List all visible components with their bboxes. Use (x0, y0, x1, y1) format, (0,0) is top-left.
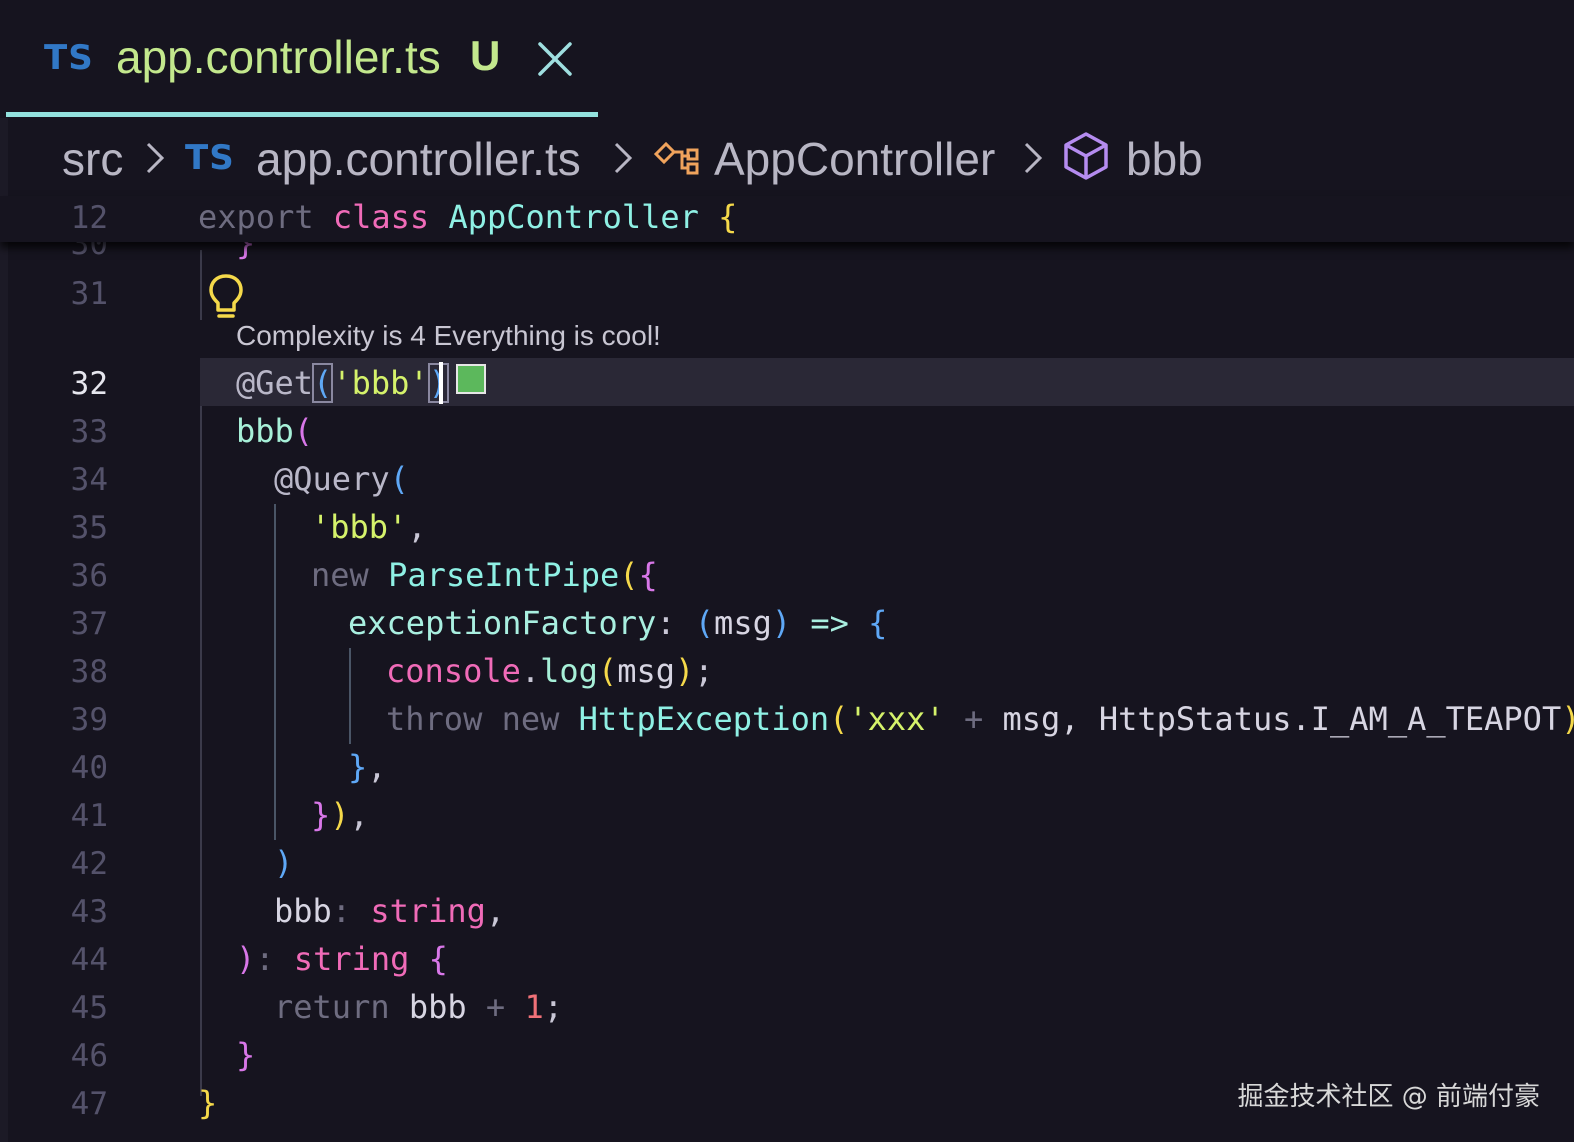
line-number-active: 32 (70, 366, 108, 402)
code-line: exceptionFactory: (msg) => { (348, 604, 888, 642)
indent-guide (274, 504, 276, 840)
line-number: 37 (70, 606, 108, 642)
line-number: 43 (70, 894, 108, 930)
code-line: @Query( (274, 460, 409, 498)
code-line: } (236, 1036, 256, 1074)
code-line: throw new HttpException('xxx' + msg, Htt… (386, 700, 1574, 738)
code-line: 'bbb', (311, 508, 427, 546)
line-number: 35 (70, 510, 108, 546)
line-number: 47 (70, 1086, 108, 1122)
code-line: console.log(msg); (386, 652, 714, 690)
indent-guide (349, 648, 351, 744)
color-decorator-swatch[interactable] (456, 364, 486, 394)
watermark: 掘金技术社区 @ 前端付豪 (1237, 1082, 1540, 1112)
line-number: 45 (70, 990, 108, 1026)
lightbulb-icon[interactable] (206, 272, 246, 320)
line-number: 38 (70, 654, 108, 690)
line-number: 34 (70, 462, 108, 498)
code-line: bbb: string, (274, 892, 506, 930)
code-line: return bbb + 1; (274, 988, 563, 1026)
code-line: } (198, 1084, 218, 1122)
code-line: }), (311, 796, 369, 834)
line-number: 12 (70, 200, 108, 236)
indent-guide (200, 250, 202, 320)
line-number: 33 (70, 414, 108, 450)
code-editor[interactable]: 30 } 31 Complexity is 4 Everything is co… (0, 0, 1574, 1142)
sticky-code: export class AppController { (198, 198, 738, 236)
code-line: ) (274, 844, 294, 882)
codelens-complexity[interactable]: Complexity is 4 Everything is cool! (236, 320, 661, 352)
line-number: 41 (70, 798, 108, 834)
line-number: 46 (70, 1038, 108, 1074)
code-line: @Get('bbb') (236, 363, 449, 403)
sticky-scroll-line[interactable]: 12 export class AppController { (0, 196, 1574, 242)
code-line: bbb( (236, 412, 314, 450)
code-line: }, (348, 748, 387, 786)
code-line: new ParseIntPipe({ (311, 556, 658, 594)
line-number: 40 (70, 750, 108, 786)
code-line: ): string { (236, 940, 448, 978)
line-number: 39 (70, 702, 108, 738)
line-number: 31 (70, 276, 108, 312)
line-number: 44 (70, 942, 108, 978)
line-number: 36 (70, 558, 108, 594)
line-number: 42 (70, 846, 108, 882)
indent-guide (200, 406, 202, 1096)
text-cursor (439, 362, 443, 404)
